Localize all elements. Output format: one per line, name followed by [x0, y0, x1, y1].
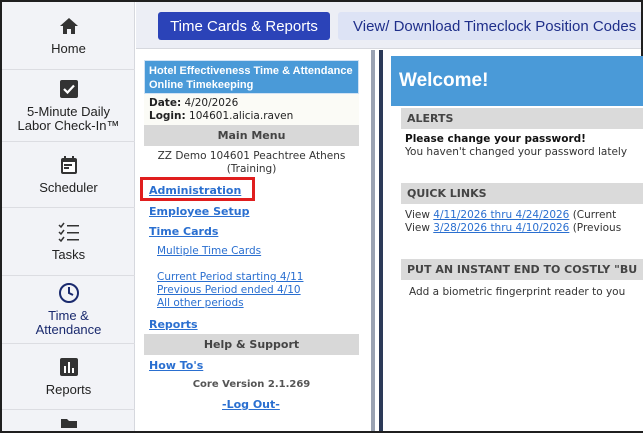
date-label: Date: — [149, 97, 182, 109]
nav-item-label: Home — [51, 41, 86, 56]
login-label: Login: — [149, 110, 186, 122]
alert-body: You haven't changed your password lately — [405, 146, 628, 158]
nav-item-scheduler[interactable]: Scheduler — [2, 142, 135, 208]
checkbox-icon — [58, 78, 80, 100]
home-icon — [58, 15, 80, 37]
login-value: 104601.alicia.raven — [189, 110, 294, 122]
current-period-link[interactable]: Current Period starting 4/11 — [157, 271, 303, 283]
date-row: Date: 4/20/2026 — [149, 97, 354, 110]
time-cards-reports-button[interactable]: Time Cards & Reports — [158, 12, 330, 40]
quick-link-suffix: (Current — [569, 209, 617, 221]
nav-item-label: Time & Attendance — [35, 308, 102, 337]
bar-chart-icon — [58, 356, 80, 378]
view-label: View — [405, 222, 430, 234]
nav-item-labor-check-in[interactable]: 5-Minute Daily Labor Check-In™ — [2, 70, 135, 142]
view-download-position-codes-button[interactable]: View/ Download Timeclock Position Codes — [338, 12, 641, 40]
welcome-heading: Welcome! — [391, 56, 643, 106]
login-row: Login: 104601.alicia.raven — [149, 110, 354, 123]
folder-icon — [58, 410, 80, 431]
nav-item-label: 5-Minute Daily Labor Check-In™ — [17, 104, 120, 133]
help-support-header: Help & Support — [144, 334, 359, 355]
promo-body: Add a biometric fingerprint reader to yo… — [409, 286, 626, 298]
top-button-bar: Time Cards & Reports View/ Download Time… — [136, 2, 641, 49]
multiple-time-cards-link[interactable]: Multiple Time Cards — [157, 245, 261, 257]
time-cards-link[interactable]: Time Cards — [149, 225, 218, 238]
welcome-panel: Welcome! ALERTS Please change your passw… — [391, 56, 643, 431]
current-period-quick-link[interactable]: 4/11/2026 thru 4/24/2026 — [433, 209, 569, 221]
nav-item-label: Reports — [45, 382, 92, 397]
welcome-content-area: Welcome! ALERTS Please change your passw… — [379, 50, 643, 431]
core-version: Core Version 2.1.269 — [192, 379, 311, 390]
timekeeping-menu-panel: Hotel Effectiveness Time & Attendance On… — [136, 50, 375, 431]
reports-link[interactable]: Reports — [149, 318, 198, 331]
employee-setup-link[interactable]: Employee Setup — [149, 205, 249, 218]
calendar-icon — [58, 154, 80, 176]
nav-item-home[interactable]: Home — [2, 2, 135, 70]
nav-item-tasks[interactable]: Tasks — [2, 208, 135, 276]
alerts-header: ALERTS — [401, 108, 643, 129]
nav-item-label: Tasks — [51, 247, 86, 262]
quick-link-row-current: View 4/11/2026 thru 4/24/2026 (Current — [405, 209, 616, 222]
nav-item-more[interactable] — [2, 410, 135, 431]
view-label: View — [405, 209, 430, 221]
nav-item-reports[interactable]: Reports — [2, 344, 135, 410]
task-list-icon — [57, 221, 80, 243]
all-other-periods-link[interactable]: All other periods — [157, 297, 244, 309]
previous-period-quick-link[interactable]: 3/28/2026 thru 4/10/2026 — [433, 222, 569, 234]
quick-link-row-previous: View 3/28/2026 thru 4/10/2026 (Previous — [405, 222, 621, 235]
main-menu-header: Main Menu — [144, 125, 359, 146]
side-navigation: Home 5-Minute Daily Labor Check-In™ Sche… — [2, 2, 135, 431]
location-name: ZZ Demo 104601 Peachtree Athens (Trainin… — [157, 150, 346, 175]
administration-highlight-box — [140, 177, 255, 201]
quick-links-header: QUICK LINKS — [401, 183, 643, 204]
how-tos-link[interactable]: How To's — [149, 359, 203, 372]
previous-period-link[interactable]: Previous Period ended 4/10 — [157, 284, 301, 296]
nav-item-label: Scheduler — [39, 180, 98, 195]
date-value: 4/20/2026 — [184, 97, 239, 109]
promo-header: PUT AN INSTANT END TO COSTLY "BU — [401, 259, 643, 280]
panel-title: Hotel Effectiveness Time & Attendance On… — [144, 60, 359, 94]
log-out-link[interactable]: -Log Out- — [222, 398, 280, 411]
clock-icon — [58, 282, 80, 304]
session-info: Date: 4/20/2026 Login: 104601.alicia.rav… — [144, 94, 359, 126]
alert-title: Please change your password! — [405, 133, 586, 145]
nav-item-time-attendance[interactable]: Time & Attendance — [2, 276, 135, 344]
quick-link-suffix: (Previous — [569, 222, 622, 234]
